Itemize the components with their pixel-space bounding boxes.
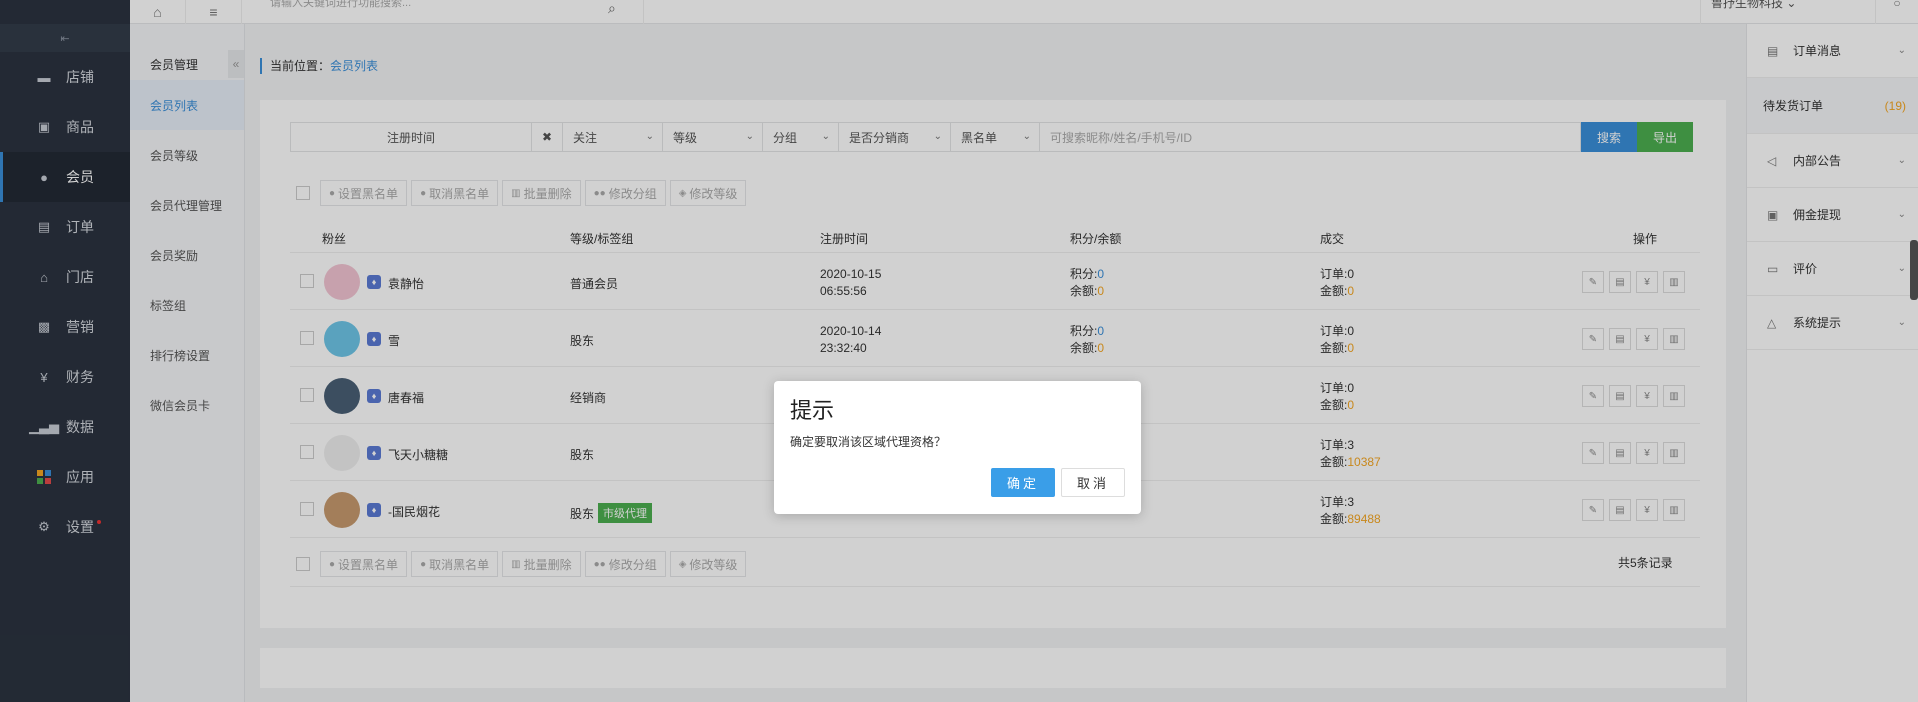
- dialog-message: 确定要取消该区域代理资格？: [790, 435, 947, 449]
- modal-backdrop[interactable]: [0, 0, 1918, 702]
- cancel-button[interactable]: 取消: [1061, 468, 1125, 497]
- confirm-dialog: 提示 确定要取消该区域代理资格？ 确定 取消: [774, 381, 1141, 514]
- dialog-title: 提示: [790, 398, 835, 423]
- confirm-button[interactable]: 确定: [991, 468, 1055, 497]
